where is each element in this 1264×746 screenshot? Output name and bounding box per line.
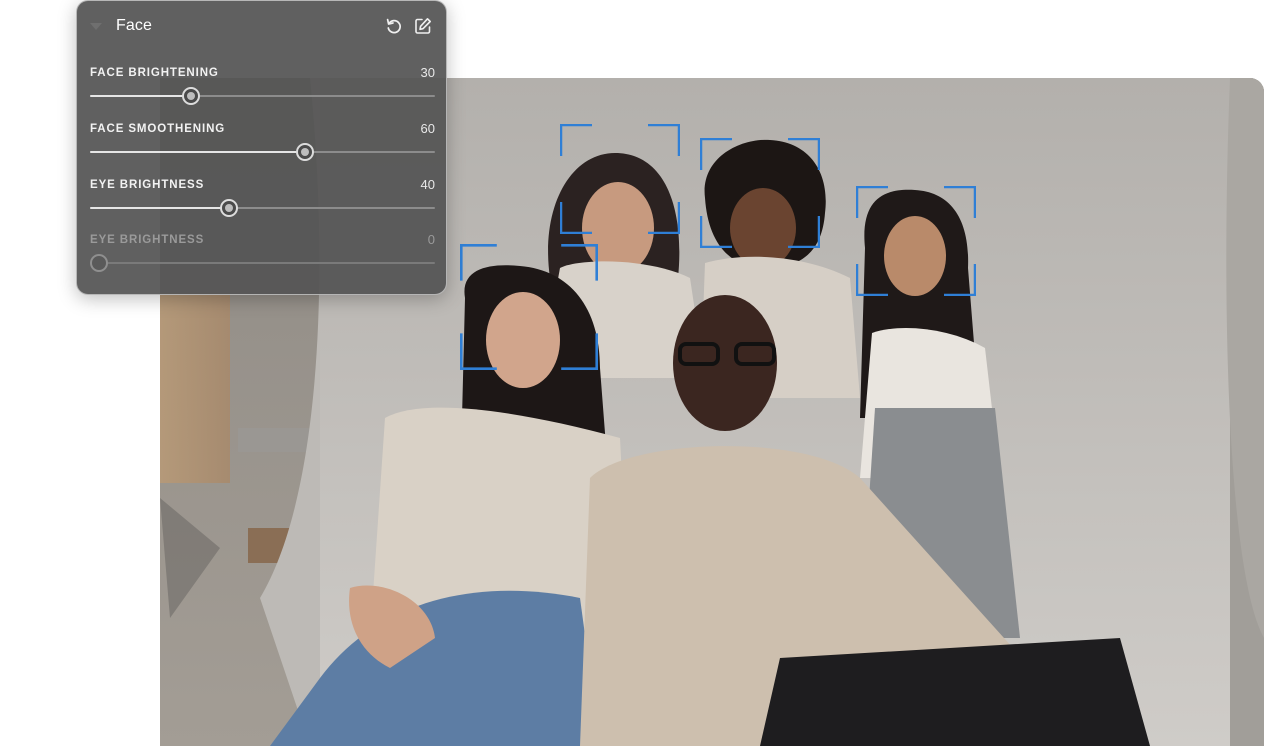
panel-header: Face <box>77 1 446 51</box>
slider-thumb[interactable] <box>90 254 108 272</box>
face-detection-box-3[interactable] <box>856 186 976 296</box>
slider-label: FACE BRIGHTENING <box>90 67 219 79</box>
slider-value: 40 <box>420 177 435 192</box>
chevron-down-icon[interactable] <box>90 23 102 30</box>
slider-track[interactable] <box>90 199 435 217</box>
face-detection-box-4[interactable] <box>460 244 598 370</box>
slider-thumb[interactable] <box>182 87 201 105</box>
slider-label: EYE BRIGHTNESS <box>90 179 205 191</box>
slider-track[interactable] <box>90 254 435 272</box>
slider-value: 30 <box>420 65 435 80</box>
face-adjustments-panel: Face FACE BRIGHTENING 30 FACE SMOOTHENIN… <box>76 0 447 295</box>
slider-fill <box>90 151 304 153</box>
slider-fill <box>90 207 228 209</box>
slider-value: 0 <box>427 232 435 247</box>
slider-eye-brightness: EYE BRIGHTNESS 40 <box>90 177 435 229</box>
slider-fill <box>90 95 191 97</box>
slider-thumb[interactable] <box>220 199 238 217</box>
slider-value: 60 <box>420 121 435 136</box>
panel-title: Face <box>116 17 152 34</box>
slider-track[interactable] <box>90 87 435 105</box>
edit-icon <box>415 18 431 34</box>
face-detection-box-1[interactable] <box>560 124 680 234</box>
face-detection-box-2[interactable] <box>700 138 820 248</box>
reset-button[interactable] <box>384 16 404 36</box>
reset-icon <box>386 18 401 34</box>
slider-eye-brightness-disabled: EYE BRIGHTNESS 0 <box>90 232 435 284</box>
edit-button[interactable] <box>413 16 433 36</box>
slider-track[interactable] <box>90 143 435 161</box>
slider-face-smoothening: FACE SMOOTHENING 60 <box>90 121 435 173</box>
slider-face-brightening: FACE BRIGHTENING 30 <box>90 65 435 117</box>
slider-thumb[interactable] <box>295 143 314 161</box>
slider-label: EYE BRIGHTNESS <box>90 234 205 246</box>
slider-label: FACE SMOOTHENING <box>90 123 226 135</box>
